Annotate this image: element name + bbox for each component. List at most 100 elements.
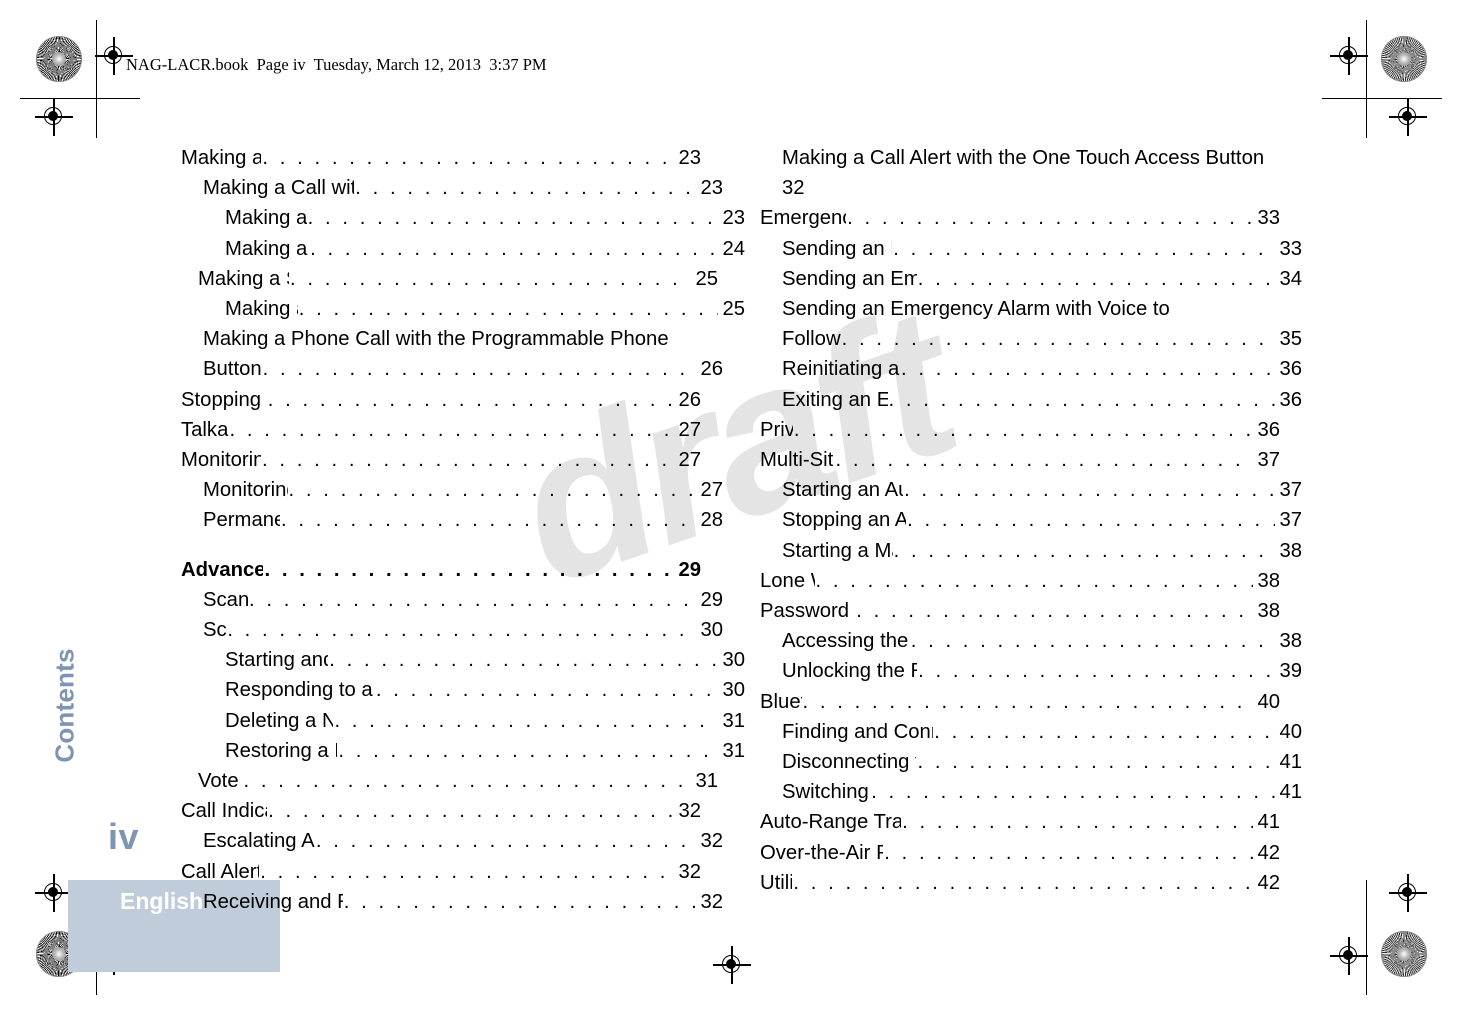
toc-entry[interactable]: Making a Call with the Channel Selector … (181, 173, 723, 203)
toc-entry-page: 38 (1257, 600, 1280, 623)
toc-entry-page: 40 (1257, 690, 1280, 713)
toc-entry-title: Making a Group Call (225, 207, 307, 230)
toc-entry-page: 31 (722, 709, 745, 732)
toc-entry-page: 26 (700, 358, 723, 381)
toc-entry[interactable]: Stopping an Automatic Site Search 37 (760, 505, 1302, 535)
toc-entry[interactable]: Unlocking the Radio from Locked State 39 (760, 656, 1302, 686)
toc-leader-dots (894, 536, 1275, 566)
toc-leader-dots (308, 203, 718, 233)
toc-leader-dots (290, 264, 691, 294)
toc-leader-dots (847, 203, 1253, 233)
toc-entry[interactable]: Lone Worker 38 (760, 566, 1280, 596)
toc-entry-page: 27 (678, 449, 701, 472)
toc-entry[interactable]: Exiting an Emergency Mode 36 (760, 385, 1302, 415)
toc-entry-page: 36 (1279, 358, 1302, 381)
toc-entry[interactable]: Call Alert Operation 32 (181, 857, 701, 887)
toc-entry[interactable]: Sending an Emergency Alarm 33 (760, 234, 1302, 264)
toc-entry-page: 36 (1257, 418, 1280, 441)
toc-entry-page: 30 (700, 619, 723, 642)
toc-entry[interactable]: Making an All Call 25 (181, 294, 745, 324)
toc-entry[interactable]: Making a Radio Call 23 (181, 143, 701, 173)
toc-entry[interactable]: Making a Call Alert with the One Touch A… (760, 143, 1302, 203)
toc-leader-dots (262, 445, 674, 475)
toc-entry[interactable]: Multi-Site Controls 37 (760, 445, 1280, 475)
toc-entry-title: Call Indicator Settings (181, 800, 267, 823)
toc-leader-dots (893, 234, 1275, 264)
toc-entry-title: Switching Audio Route (782, 781, 870, 804)
toc-entry-page: 41 (1279, 781, 1302, 804)
toc-entry[interactable]: Disconnecting from a Bluetooth Device 41 (760, 747, 1302, 777)
toc-entry-page: 42 (1257, 871, 1280, 894)
toc-entry-title: Multi-Site Controls (760, 449, 834, 472)
toc-entry[interactable]: Bluetooth 40 (760, 687, 1280, 717)
toc-leader-dots (338, 736, 718, 766)
toc-entry[interactable]: Starting and Stopping Scan 30 (181, 645, 745, 675)
toc-entry-page: 30 (722, 679, 745, 702)
toc-entry-page: 23 (700, 177, 723, 200)
toc-entry-page: 37 (1257, 449, 1280, 472)
toc-entry[interactable]: Password Lock Features 38 (760, 596, 1280, 626)
toc-entry-page: 28 (700, 509, 723, 532)
toc-entry[interactable]: Privacy 36 (760, 415, 1280, 445)
toc-entry[interactable]: Scan Lists 29 (181, 585, 723, 615)
toc-entry[interactable]: Vote Scan 31 (181, 766, 718, 796)
toc-entry-page: 30 (722, 649, 745, 672)
toc-leader-dots (329, 645, 718, 675)
toc-entry-title: Stopping an Automatic Site Search (782, 509, 907, 532)
toc-entry[interactable]: Making a Phone Call with the Programmabl… (181, 324, 723, 384)
toc-entry[interactable]: Emergency Operation 33 (760, 203, 1280, 233)
toc-entry-title: Escalating Alarm Tone Volume (203, 830, 315, 853)
toc-entry-title: Making a Selective Call (198, 267, 289, 290)
toc-entry-page: 38 (1257, 569, 1280, 592)
toc-entry-page: 24 (722, 237, 745, 260)
toc-leader-dots (918, 264, 1275, 294)
toc-entry[interactable]: Receiving and Responding to a Call Alert… (181, 887, 723, 917)
toc-entry[interactable]: Escalating Alarm Tone Volume 32 (181, 826, 723, 856)
toc-entry[interactable]: Switching Audio Route 41 (760, 777, 1302, 807)
toc-entry-page: 32 (700, 830, 723, 853)
toc-entry-title: Monitoring Features (181, 449, 261, 472)
toc-entry[interactable]: Accessing the Radio from Password 38 (760, 626, 1302, 656)
toc-leader-dots (229, 415, 674, 445)
toc-entry[interactable]: Call Indicator Settings 32 (181, 796, 701, 826)
toc-entry[interactable]: Monitoring a Channel 27 (181, 475, 723, 505)
toc-entry[interactable]: Monitoring Features 27 (181, 445, 701, 475)
toc-entry[interactable]: Sending an Emergency Alarm with Voice to… (760, 294, 1302, 354)
trim-line-left-vertical (96, 20, 98, 138)
toc-entry-title: Sending an Emergency Alarm with Call (782, 267, 917, 290)
toc-entry[interactable]: Responding to a Transmission During a Sc… (181, 675, 745, 705)
toc-entry-title: Bluetooth (760, 690, 802, 713)
toc-entry[interactable]: Reinitiating an Emergency Mode 36 (760, 354, 1302, 384)
toc-entry-title: Exiting an Emergency Mode (782, 388, 888, 411)
toc-entry[interactable]: Making a Group Call 23 (181, 203, 745, 233)
toc-entry[interactable]: Auto-Range Transponder System (ARTS) 41 (760, 807, 1280, 837)
toc-entry[interactable]: Permanent Monitor 28 (181, 505, 723, 535)
toc-entry[interactable]: Making a Selective Call 25 (181, 264, 718, 294)
toc-entry[interactable]: Starting an Automatic Site Search 37 (760, 475, 1302, 505)
toc-entry-title: Restoring a Nuisance Channel (225, 739, 337, 762)
toc-entry[interactable]: Utilities 42 (760, 868, 1280, 898)
toc-entry-title-cont: Button (203, 358, 262, 381)
toc-entry[interactable]: Stopping a Radio Call 26 (181, 385, 701, 415)
toc-entry-title: Stopping a Radio Call (181, 388, 267, 411)
toc-entry[interactable]: Deleting a Nuisance Channel 31 (181, 706, 745, 736)
toc-entry-title: Advanced Features (181, 558, 264, 581)
toc-leader-dots (260, 857, 674, 887)
toc-entry[interactable]: Sending an Emergency Alarm with Call 34 (760, 264, 1302, 294)
toc-entry[interactable]: Restoring a Nuisance Channel 31 (181, 736, 745, 766)
registration-mark-right-upper (1389, 98, 1427, 136)
toc-entry[interactable]: Scan 30 (181, 615, 723, 645)
toc-entry[interactable]: Finding and Connecting to a Bluetooth De… (760, 717, 1302, 747)
toc-entry[interactable]: Talkaround 27 (181, 415, 701, 445)
toc-entry-title: Making a Call Alert with the One Touch A… (782, 147, 1265, 169)
toc-leader-dots (268, 796, 674, 826)
registration-mark-right-lower (1389, 874, 1427, 912)
toc-entry[interactable]: Advanced Features 29 (181, 555, 701, 585)
toc-entry[interactable]: Over-the-Air Programming (OTAP) 42 (760, 838, 1280, 868)
toc-entry[interactable]: Making a Private Call 24 (181, 234, 745, 264)
toc-leader-dots (262, 143, 674, 173)
toc-entry-title: Lone Worker (760, 569, 815, 592)
toc-entry-page: 31 (695, 770, 718, 793)
toc-entry[interactable]: Starting a Manual Site Search 38 (760, 536, 1302, 566)
toc-entry-title: Disconnecting from a Bluetooth Device (782, 751, 916, 774)
